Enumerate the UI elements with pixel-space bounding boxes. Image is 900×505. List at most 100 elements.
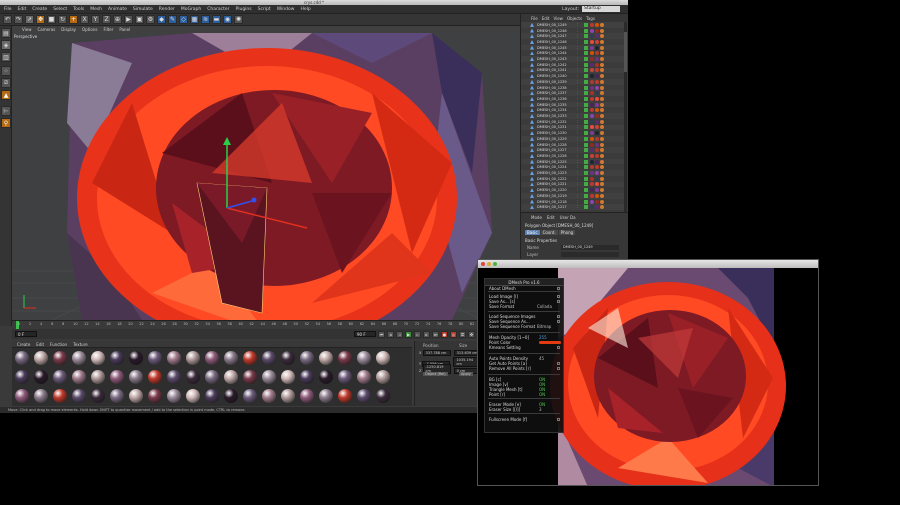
material-tag-icon[interactable] (590, 74, 594, 79)
phong-tag-icon[interactable] (600, 148, 604, 153)
material-swatch[interactable] (15, 370, 29, 384)
material-tag-icon[interactable] (590, 28, 594, 33)
phong-tag-icon[interactable] (600, 142, 604, 147)
phong-tag-icon[interactable] (600, 119, 604, 124)
visibility-dots-icon[interactable]: ⁚ (577, 80, 584, 84)
point-color-swatch[interactable] (539, 341, 561, 344)
material-tag-icon[interactable] (590, 142, 594, 147)
rotate-tool-icon[interactable]: ↻ (58, 15, 67, 24)
viewport-menu-view[interactable]: View (22, 27, 32, 32)
snap-icon[interactable]: ⚲ (1, 118, 11, 128)
phong-tag-icon[interactable] (600, 165, 604, 170)
floor-icon[interactable]: ▬ (212, 15, 221, 24)
material-tag-icon[interactable] (595, 193, 599, 198)
viewport-menu-display[interactable]: Display (61, 27, 76, 32)
render-settings-icon[interactable]: ⚙ (146, 15, 155, 24)
material-tag-icon[interactable] (590, 125, 594, 130)
phong-tag-icon[interactable] (600, 39, 604, 44)
material-tag-icon[interactable] (595, 28, 599, 33)
visibility-dots-icon[interactable]: ⁚ (577, 182, 584, 186)
material-swatch[interactable] (338, 351, 352, 365)
menu-create[interactable]: Create (32, 7, 47, 12)
phong-tag-icon[interactable] (600, 125, 604, 130)
material-tag-icon[interactable] (595, 142, 599, 147)
visibility-dots-icon[interactable]: ⁚ (577, 171, 584, 175)
material-swatch[interactable] (319, 351, 333, 365)
visibility-dots-icon[interactable]: ⁚ (577, 68, 584, 72)
visibility-dots-icon[interactable]: ⁚ (577, 40, 584, 44)
menu-script[interactable]: Script (258, 7, 271, 12)
material-swatch[interactable] (338, 389, 352, 403)
visibility-dots-icon[interactable]: ⁚ (577, 200, 584, 204)
panel-value-save-format[interactable]: Collada (537, 304, 552, 309)
material-tag-icon[interactable] (595, 68, 599, 73)
enabled-check-icon[interactable] (584, 68, 588, 73)
next-key-icon[interactable]: ▸ (423, 330, 430, 338)
tab-phong[interactable]: Phong (558, 230, 576, 235)
visibility-dots-icon[interactable]: ⁚ (577, 34, 584, 38)
visibility-dots-icon[interactable]: ⁚ (577, 120, 584, 124)
material-tag-icon[interactable] (595, 205, 599, 210)
menu-animate[interactable]: Animate (108, 7, 127, 12)
polygons-mode-icon[interactable]: ▲ (1, 90, 11, 100)
object-manager-scrollbar[interactable] (624, 22, 627, 212)
phong-tag-icon[interactable] (600, 57, 604, 62)
enabled-check-icon[interactable] (584, 159, 588, 164)
material-tag-icon[interactable] (590, 153, 594, 158)
move-tool-icon[interactable]: ✥ (36, 15, 45, 24)
material-swatch[interactable] (186, 389, 200, 403)
camera-icon[interactable]: ◉ (223, 15, 232, 24)
material-tag-icon[interactable] (590, 114, 594, 119)
enabled-check-icon[interactable] (584, 136, 588, 141)
material-tag-icon[interactable] (590, 108, 594, 113)
material-tag-icon[interactable] (590, 68, 594, 73)
material-tag-icon[interactable] (590, 182, 594, 187)
visibility-dots-icon[interactable]: ⁚ (577, 131, 584, 135)
enabled-check-icon[interactable] (584, 102, 588, 107)
enabled-check-icon[interactable] (584, 182, 588, 187)
enabled-check-icon[interactable] (584, 45, 588, 50)
menu-edit[interactable]: Edit (18, 7, 27, 12)
enabled-check-icon[interactable] (584, 79, 588, 84)
enabled-check-icon[interactable] (584, 205, 588, 210)
material-menu-edit[interactable]: Edit (36, 342, 44, 347)
phong-tag-icon[interactable] (600, 45, 604, 50)
material-swatch[interactable] (224, 370, 238, 384)
material-tag-icon[interactable] (590, 22, 594, 27)
material-tag-icon[interactable] (590, 102, 594, 107)
enabled-check-icon[interactable] (584, 176, 588, 181)
material-swatch[interactable] (53, 351, 67, 365)
enabled-check-icon[interactable] (584, 165, 588, 170)
visibility-dots-icon[interactable]: ⁚ (577, 177, 584, 181)
material-swatch[interactable] (15, 351, 29, 365)
material-tag-icon[interactable] (595, 176, 599, 181)
visibility-dots-icon[interactable]: ⁚ (577, 160, 584, 164)
subdivision-icon[interactable]: ◇ (179, 15, 188, 24)
enabled-check-icon[interactable] (584, 57, 588, 62)
material-tag-icon[interactable] (595, 199, 599, 204)
material-swatch[interactable] (376, 351, 390, 365)
visibility-dots-icon[interactable]: ⁚ (577, 194, 584, 198)
layer-field[interactable] (561, 252, 619, 257)
viewport-menu-panel[interactable]: Panel (119, 27, 130, 32)
phong-tag-icon[interactable] (600, 62, 604, 67)
material-menu-function[interactable]: Function (50, 342, 67, 347)
material-menu-create[interactable]: Create (17, 342, 30, 347)
material-tag-icon[interactable] (595, 74, 599, 79)
panel-item-about-dmesh[interactable]: About DMesh (489, 286, 516, 291)
material-swatch[interactable] (167, 351, 181, 365)
enabled-check-icon[interactable] (584, 171, 588, 176)
object-menu-file[interactable]: File (531, 16, 538, 21)
menu-tools[interactable]: Tools (73, 7, 84, 12)
material-tag-icon[interactable] (595, 148, 599, 153)
panel-button-icon[interactable] (557, 287, 560, 290)
redo-icon[interactable]: ↷ (14, 15, 23, 24)
axis-mode-icon[interactable]: ⊢ (1, 106, 11, 116)
material-swatch[interactable] (281, 370, 295, 384)
material-tag-icon[interactable] (595, 136, 599, 141)
autokey-icon[interactable]: ◎ (450, 330, 457, 338)
panel-button-icon[interactable] (557, 315, 560, 318)
visibility-dots-icon[interactable]: ⁚ (577, 63, 584, 67)
panel-value-point-r[interactable]: ON (539, 392, 545, 397)
material-swatch[interactable] (53, 370, 67, 384)
